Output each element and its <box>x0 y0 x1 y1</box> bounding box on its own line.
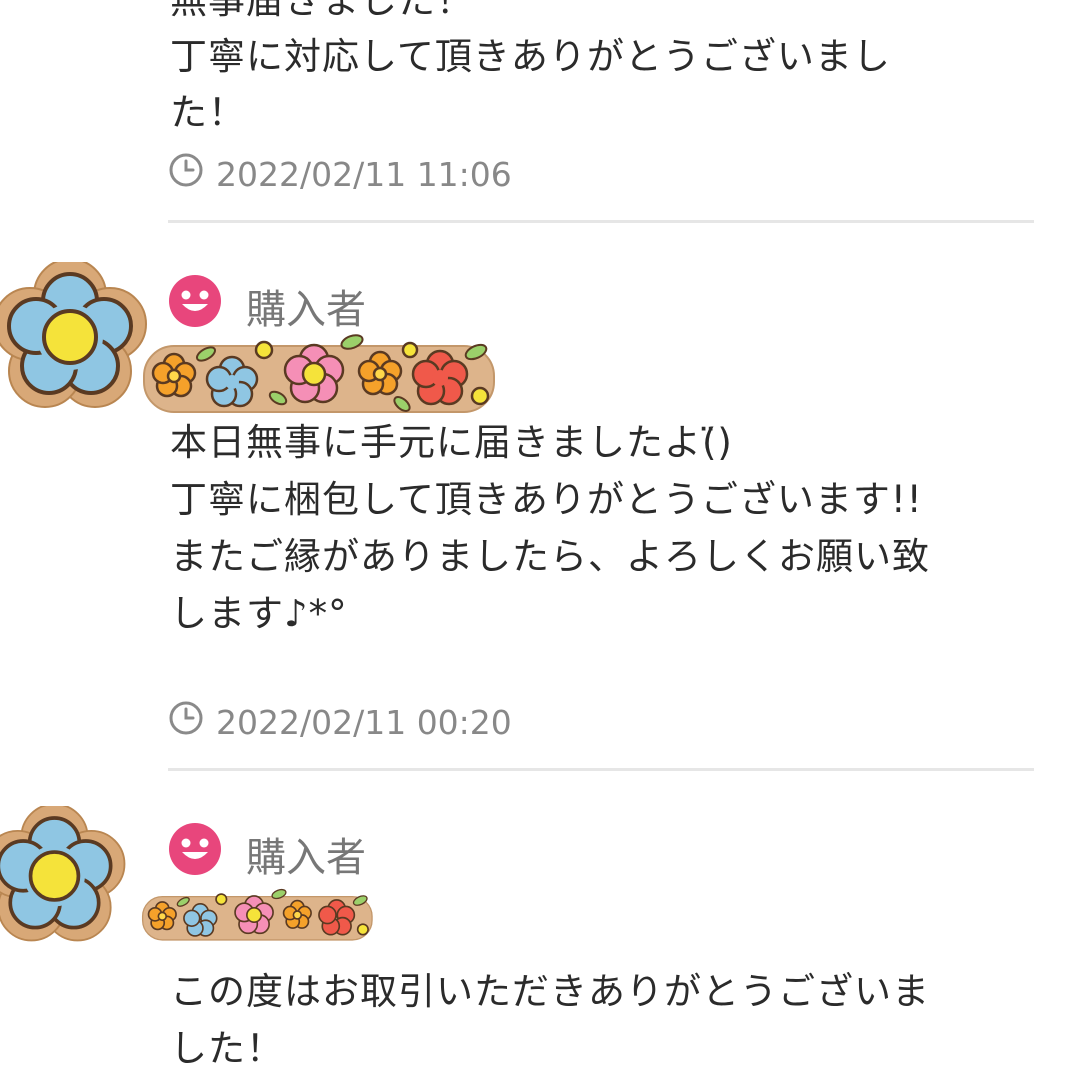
review-2-message-line-3: またご縁がありましたら、よろしくお願い致 <box>170 535 930 578</box>
review-2-message-line-4: します♪*° <box>170 592 348 635</box>
role-label: 購入者 <box>246 835 366 881</box>
review-1-message-line-2: 丁寧に対応して頂きありがとうございまし <box>170 35 891 78</box>
role-label: 購入者 <box>246 287 366 333</box>
review-3-message-line-1: この度はお取引いただきありがとうございま <box>170 970 930 1013</box>
clock-icon <box>168 152 204 196</box>
flower-sticker-icon <box>140 884 376 946</box>
timestamp-text: 2022/02/11 00:20 <box>216 702 512 742</box>
review-1-timestamp: 2022/02/11 11:06 <box>168 152 512 196</box>
reviewer-avatar[interactable] <box>0 262 152 412</box>
reviewer-name-decoration <box>140 328 500 420</box>
smiley-face-icon <box>168 822 222 886</box>
review-2-message-line-1: 本日無事に手元に届きましたよ(︎̈) <box>170 421 733 464</box>
review-divider <box>168 768 1034 771</box>
flower-avatar-icon <box>0 806 130 946</box>
flower-sticker-icon <box>140 328 500 420</box>
reviewer-name-decoration <box>140 884 376 946</box>
review-2-message-line-2: 丁寧に梱包して頂きありがとうございます!! <box>170 478 923 521</box>
reviewer-avatar[interactable] <box>0 806 130 946</box>
review-1-message-line-1: 無事届きました！ <box>170 0 474 22</box>
clock-icon <box>168 700 204 744</box>
review-1-message-line-3: た！ <box>170 91 246 134</box>
review-2-timestamp: 2022/02/11 00:20 <box>168 700 512 744</box>
review-divider <box>168 220 1034 223</box>
reviewer-role: 購入者 <box>168 822 366 886</box>
review-3-message-line-2: した！ <box>170 1027 284 1070</box>
flower-avatar-icon <box>0 262 152 412</box>
timestamp-text: 2022/02/11 11:06 <box>216 154 512 194</box>
